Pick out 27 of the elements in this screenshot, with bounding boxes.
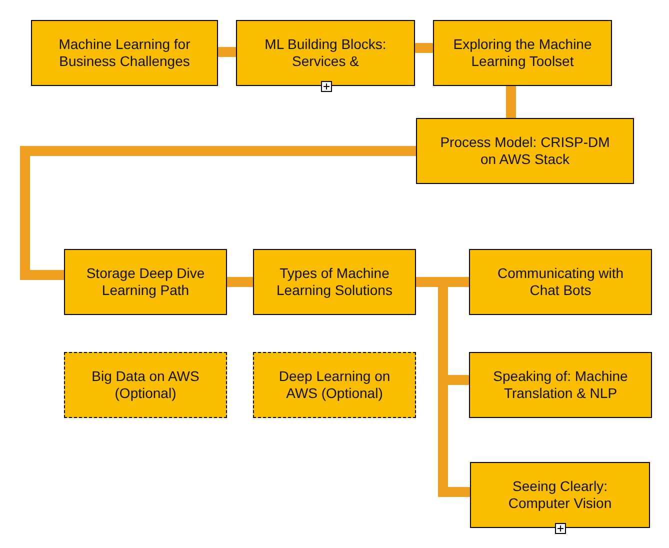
course-node[interactable]: Big Data on AWS (Optional) [64,352,227,418]
node-label: ML Building Blocks: Services & [264,36,388,70]
node-label: Machine Learning for Business Challenges [58,36,192,70]
connector-line [415,43,433,53]
node-label: Storage Deep Dive Learning Path [85,265,206,299]
course-node[interactable]: Process Model: CRISP-DM on AWS Stack [416,118,634,184]
node-label: Seeing Clearly: Computer Vision [507,478,613,512]
course-node[interactable]: Exploring the Machine Learning Toolset [433,20,612,86]
node-label: Types of Machine Learning Solutions [276,265,394,299]
node-label: Process Model: CRISP-DM on AWS Stack [439,134,611,168]
plus-icon[interactable] [320,81,332,92]
node-label: Big Data on AWS (Optional) [90,368,200,402]
course-node[interactable]: Deep Learning on AWS (Optional) [253,352,416,418]
node-label: Speaking of: Machine Translation & NLP [492,368,629,402]
node-label: Deep Learning on AWS (Optional) [278,368,392,402]
course-node[interactable]: Types of Machine Learning Solutions [253,249,416,315]
plus-icon[interactable] [555,523,566,534]
course-node[interactable]: Seeing Clearly: Computer Vision [470,462,650,528]
node-label: Exploring the Machine Learning Toolset [452,36,593,70]
course-node[interactable]: Storage Deep Dive Learning Path [64,249,227,315]
connector-line [218,47,236,57]
node-label: Communicating with Chat Bots [496,265,625,299]
course-node[interactable]: Speaking of: Machine Translation & NLP [469,352,652,418]
course-node[interactable]: Machine Learning for Business Challenges [31,20,218,86]
course-node[interactable]: Communicating with Chat Bots [469,249,652,315]
connector-line [506,86,516,118]
course-node[interactable]: ML Building Blocks: Services & [236,20,415,86]
